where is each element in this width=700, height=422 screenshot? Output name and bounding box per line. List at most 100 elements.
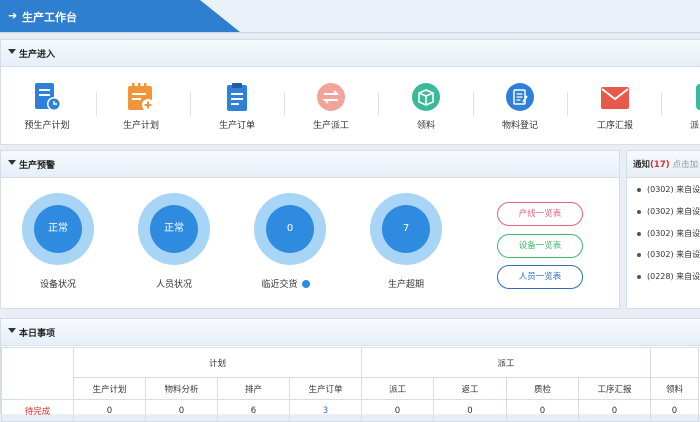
entry-label: 派: [690, 121, 700, 131]
equipment-list-button[interactable]: 设备一览表: [497, 234, 583, 258]
entry-pre-production-plan[interactable]: 预生产计划: [17, 82, 77, 131]
table-cell[interactable]: 0: [145, 399, 218, 422]
notice-hint[interactable]: 点击加: [673, 160, 699, 170]
divider: [284, 92, 285, 116]
table-row: 待完成 0 0 6 3 0 0 0 0 0: [1, 399, 699, 422]
column-header: 生产订单: [289, 377, 362, 400]
notice-item[interactable]: (0228) 来自设: [637, 271, 700, 282]
gauge-label: 设备状况: [39, 280, 76, 290]
bullet-icon: [637, 209, 641, 214]
gauge-value: 正常: [150, 205, 198, 253]
entry-label: 领料: [416, 121, 435, 131]
notice-item[interactable]: (0302) 来自设: [637, 206, 700, 217]
gauge-value: 0: [266, 205, 314, 253]
divider: [661, 92, 662, 116]
entry-panel-title: 生产进入: [19, 50, 56, 60]
notice-item[interactable]: (0302) 来自设: [637, 228, 700, 239]
column-header: 返工: [433, 377, 507, 400]
entry-label: 工序汇报: [596, 121, 633, 131]
arrow-right-icon: ➜: [8, 9, 18, 22]
gauge-delivery: 0: [254, 193, 326, 265]
entry-panel-header[interactable]: 生产进入: [1, 40, 700, 67]
table-cell[interactable]: 0: [433, 399, 507, 422]
table-cell[interactable]: 6: [217, 399, 290, 422]
entry-label: 物料登记: [501, 121, 538, 131]
group-header-plan: 计划: [73, 347, 362, 378]
column-header: 工序汇报: [578, 377, 651, 400]
entry-production-order[interactable]: 生产订单: [207, 82, 267, 131]
partial-icon: [694, 82, 700, 115]
column-header: 质检: [506, 377, 579, 400]
table-cell[interactable]: 0: [361, 399, 434, 422]
notice-item[interactable]: (0302) 来自设: [637, 184, 700, 195]
entry-production-plan[interactable]: 生产计划: [111, 82, 171, 131]
table-cell[interactable]: 0: [650, 399, 699, 422]
today-table: 计划 派工 生产计划 物料分析 排产 生产订单 派工 返工 质检 工序汇报 领料…: [1, 347, 699, 422]
column-header: 排产: [217, 377, 290, 400]
column-header-row: 生产计划 物料分析 排产 生产订单 派工 返工 质检 工序汇报 领料: [2, 377, 699, 400]
entry-process-report[interactable]: 工序汇报: [585, 82, 645, 131]
entry-material-pick[interactable]: 领料: [396, 82, 456, 131]
gauge-overdue: 7: [370, 193, 442, 265]
collapse-icon[interactable]: [8, 328, 16, 333]
collapse-icon[interactable]: [8, 160, 16, 165]
today-panel-title: 本日事项: [19, 329, 56, 339]
today-panel-header[interactable]: 本日事项: [1, 319, 700, 346]
divider: [567, 92, 568, 116]
divider: [473, 92, 474, 116]
personnel-list-button[interactable]: 人员一览表: [497, 265, 583, 289]
column-header: 物料分析: [145, 377, 218, 400]
gauge-personnel: 正常: [138, 193, 210, 265]
group-header-next: [650, 347, 699, 378]
entry-production-dispatch[interactable]: 生产派工: [301, 82, 361, 131]
notice-panel-header: 通知(17) 点击加: [627, 151, 700, 178]
warning-panel-title: 生产预警: [19, 161, 56, 171]
column-header: 生产计划: [73, 377, 146, 400]
table-cell[interactable]: 0: [506, 399, 579, 422]
table-cell[interactable]: 3: [289, 399, 362, 422]
entry-label: 生产派工: [312, 121, 349, 131]
gauge-label-row: 临近交货: [236, 277, 336, 290]
gauge-value: 正常: [34, 205, 82, 253]
gauge-label: 人员状况: [155, 280, 192, 290]
header-tab: ➜ 生产工作台: [0, 0, 240, 32]
entry-partial[interactable]: 派: [676, 82, 700, 132]
doc-clock-icon: [32, 82, 62, 112]
warning-panel-header[interactable]: 生产预警: [1, 151, 619, 178]
row-status: 待完成: [1, 399, 74, 422]
mail-icon: [600, 82, 630, 112]
clipboard-list-icon: [222, 82, 252, 112]
bullet-icon: [637, 252, 641, 257]
table-corner: [1, 347, 74, 400]
divider: [96, 92, 97, 116]
edit-doc-icon: [505, 82, 535, 112]
box-icon: [411, 82, 441, 112]
entry-label: 生产订单: [218, 121, 255, 131]
collapse-icon[interactable]: [8, 49, 16, 54]
notice-title: 通知: [633, 160, 651, 170]
group-header-dispatch: 派工: [361, 347, 651, 378]
header-bar: ➜ 生产工作台: [0, 0, 700, 33]
calendar-plus-icon: [126, 82, 156, 112]
divider: [190, 92, 191, 116]
divider: [378, 92, 379, 116]
gauge-label: 生产超期: [387, 280, 424, 290]
column-header: 领料: [650, 377, 699, 400]
entry-material-register[interactable]: 物料登记: [490, 82, 550, 131]
table-cell[interactable]: 0: [73, 399, 146, 422]
column-header: 派工: [361, 377, 434, 400]
gauge-equipment: 正常: [22, 193, 94, 265]
gauge-label: 临近交货: [261, 280, 298, 290]
entry-label: 预生产计划: [24, 121, 70, 131]
notice-item[interactable]: (0302) 来自设: [637, 249, 700, 260]
entry-label: 生产计划: [122, 121, 159, 131]
table-cell[interactable]: 0: [578, 399, 651, 422]
gauge-value: 7: [382, 205, 430, 253]
page-title: 生产工作台: [22, 11, 77, 24]
bullet-icon: [637, 187, 641, 192]
line-list-button[interactable]: 产线一览表: [497, 202, 583, 226]
gear-icon[interactable]: [302, 280, 311, 288]
notice-title-row: 通知(17) 点击加: [633, 158, 698, 170]
notice-count: (17): [650, 160, 670, 170]
swap-arrows-icon: [316, 82, 346, 112]
